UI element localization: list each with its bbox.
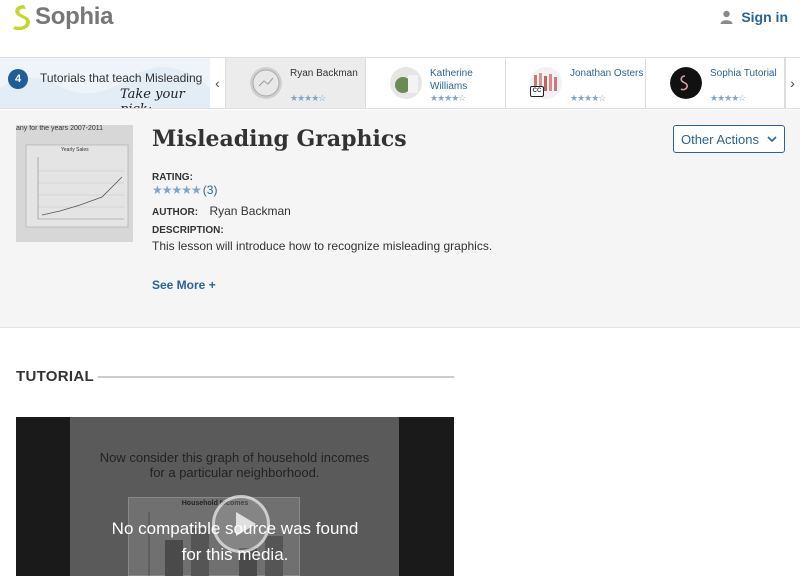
lesson-info: any for the years 2007-2011 Yearly Sales… [0, 110, 800, 328]
chevron-left-icon: ‹ [215, 75, 220, 91]
card-author-name: Jonathan Osters [570, 68, 644, 79]
sophia-logo[interactable]: Sophia [10, 3, 114, 31]
heading-divider [98, 376, 454, 378]
avatar [670, 67, 702, 99]
tutorial-card[interactable]: Ryan Backman ★★★★☆ [226, 58, 366, 108]
avatar [250, 67, 282, 99]
author-row: AUTHOR: Ryan Backman [152, 204, 291, 218]
card-rating-stars: ★★★★☆ [570, 93, 606, 103]
strip-title: Tutorials that teach Misleading Graphics [40, 71, 202, 85]
sign-in-label: Sign in [741, 9, 788, 25]
tutorial-strip: 4 Tutorials that teach Misleading Graphi… [0, 57, 800, 109]
strip-label: 4 Tutorials that teach Misleading Graphi… [0, 58, 210, 108]
take-your-pick: Take your pick: [120, 87, 185, 108]
video-error-line-2: for this media. [181, 545, 289, 564]
page-title: Misleading Graphics [152, 126, 407, 152]
rating-label: RATING: [152, 172, 193, 183]
strip-prev-button[interactable]: ‹ [210, 58, 226, 108]
user-icon [720, 10, 733, 24]
video-error-message: No compatible source was found for this … [16, 516, 454, 568]
card-author-name: Sophia Tutorial [710, 68, 777, 79]
slide-line-1: Now consider this graph of household inc… [99, 450, 370, 465]
card-author-name: Ryan Backman [290, 68, 358, 79]
lesson-thumbnail[interactable]: any for the years 2007-2011 Yearly Sales [16, 125, 133, 242]
description-label: DESCRIPTION: [152, 225, 224, 236]
thumb-chart-title: Yearly Sales [61, 147, 89, 153]
chevron-down-icon [767, 136, 777, 142]
tutorial-count-badge: 4 [8, 69, 28, 89]
card-rating-stars: ★★★★☆ [710, 93, 746, 103]
author-label: AUTHOR: [152, 207, 199, 218]
rating-count: (3) [202, 183, 218, 197]
description-text: This lesson will introduce how to recogn… [152, 239, 493, 253]
card-rating-stars: ★★★★☆ [290, 93, 326, 103]
sophia-logo-icon [13, 5, 30, 31]
tutorial-heading: TUTORIAL [16, 368, 94, 385]
closed-captions-icon: CC [530, 86, 544, 97]
other-actions-button[interactable]: Other Actions [673, 125, 785, 153]
site-header: Sophia Sign in [0, 0, 800, 38]
sign-in-link[interactable]: Sign in [720, 9, 788, 25]
author-name: Ryan Backman [209, 204, 291, 218]
chevron-right-icon: › [790, 75, 795, 91]
avatar [390, 67, 422, 99]
card-rating-stars: ★★★★☆ [430, 93, 466, 103]
video-player[interactable]: Now consider this graph of household inc… [16, 417, 454, 576]
card-author-name: Katherine Williams [430, 68, 473, 92]
strip-next-button[interactable]: › [784, 58, 800, 108]
tutorial-card[interactable]: Sophia Tutorial ★★★★☆ [646, 58, 786, 108]
brand-name: Sophia [35, 3, 114, 30]
tutorial-card[interactable]: Katherine Williams ★★★★☆ [366, 58, 506, 108]
rating-stars: ★★★★★ [152, 183, 202, 197]
rating[interactable]: ★★★★★ (3) [152, 183, 217, 197]
video-error-line-1: No compatible source was found [111, 519, 359, 538]
other-actions-label: Other Actions [680, 131, 760, 147]
tutorial-card[interactable]: CC Jonathan Osters ★★★★☆ [506, 58, 646, 108]
slide-line-2: for a particular neighborhood. [149, 465, 320, 480]
slide-text: Now consider this graph of household inc… [70, 450, 399, 480]
thumb-chart [25, 144, 129, 228]
see-more-link[interactable]: See More + [152, 278, 216, 292]
